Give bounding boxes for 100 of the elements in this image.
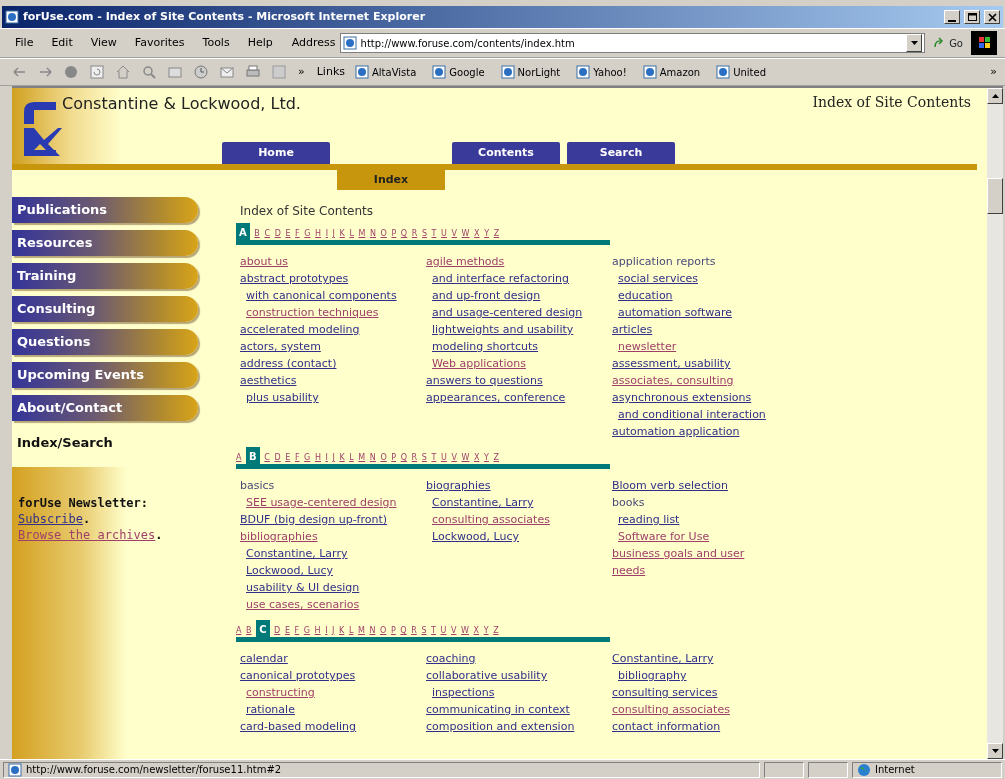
index-link[interactable]: BDUF (big design up-front) — [240, 513, 388, 526]
index-link[interactable]: appearances, conference — [426, 391, 566, 404]
letter-link[interactable]: J — [332, 452, 335, 464]
letter-link[interactable]: J — [332, 228, 335, 240]
letter-link[interactable]: M — [357, 625, 365, 637]
letter-link[interactable]: Z — [493, 228, 500, 240]
letter-link[interactable]: E — [284, 625, 290, 637]
menu-item[interactable]: View — [83, 34, 124, 52]
letter-link[interactable]: R — [411, 228, 418, 240]
letter-link[interactable]: C — [256, 620, 270, 637]
index-link[interactable]: address (contact) — [240, 357, 337, 370]
overflow-button[interactable]: » — [294, 63, 309, 81]
scroll-up-button[interactable] — [987, 88, 1003, 104]
index-link[interactable]: and up-front design — [432, 289, 541, 302]
dropdown-button[interactable] — [906, 34, 923, 52]
letter-link[interactable]: G — [303, 625, 310, 637]
letter-link[interactable]: C — [264, 228, 271, 240]
letter-link[interactable]: D — [274, 625, 281, 637]
letter-link[interactable]: O — [380, 228, 387, 240]
mail-icon[interactable] — [220, 65, 234, 79]
forward-icon[interactable] — [38, 65, 52, 79]
index-link[interactable]: communicating in context — [426, 703, 570, 716]
letter-link[interactable]: G — [304, 228, 311, 240]
index-link[interactable]: lightweights and usability — [432, 323, 574, 336]
menu-item[interactable]: Favorites — [127, 34, 192, 52]
letter-link[interactable]: L — [348, 625, 354, 637]
index-link[interactable]: bibliographies — [240, 530, 318, 543]
nav-tab[interactable]: Contents — [452, 142, 560, 164]
letter-link[interactable]: N — [369, 625, 376, 637]
letter-link[interactable]: L — [349, 452, 354, 464]
letter-link[interactable]: H — [315, 228, 322, 240]
letter-link[interactable]: D — [274, 452, 281, 464]
letter-link[interactable]: B — [246, 625, 252, 637]
letter-link[interactable]: A — [236, 452, 242, 464]
letter-link[interactable]: K — [339, 228, 345, 240]
letter-link[interactable]: N — [369, 452, 376, 464]
letter-link[interactable]: U — [440, 452, 447, 464]
nav-tab[interactable]: Home — [222, 142, 330, 164]
letter-link[interactable]: B — [246, 447, 260, 464]
index-link[interactable]: consulting associates — [612, 703, 730, 716]
letter-link[interactable]: K — [339, 625, 345, 637]
letter-link[interactable]: A — [236, 625, 242, 637]
menu-item[interactable]: Edit — [44, 34, 80, 52]
link-button[interactable]: AltaVista — [349, 64, 423, 80]
minimize-button[interactable] — [944, 10, 960, 24]
sub-tab[interactable]: Index — [337, 170, 445, 190]
index-link[interactable]: automation software — [618, 306, 733, 319]
link-button[interactable]: United — [710, 64, 772, 80]
index-link[interactable]: usability & UI design — [246, 581, 360, 594]
letter-link[interactable]: R — [411, 625, 417, 637]
letter-link[interactable]: X — [473, 625, 480, 637]
letter-link[interactable]: U — [441, 228, 447, 240]
index-link[interactable]: composition and extension — [426, 720, 575, 733]
letter-link[interactable]: P — [390, 625, 396, 637]
letter-link[interactable]: D — [274, 228, 281, 240]
letter-link[interactable]: Y — [484, 452, 489, 464]
sidebar-item[interactable]: Questions — [12, 329, 198, 355]
letter-link[interactable]: H — [314, 625, 321, 637]
stop-icon[interactable] — [64, 65, 78, 79]
letter-link[interactable]: M — [358, 228, 366, 240]
letter-link[interactable]: G — [304, 452, 311, 464]
letter-link[interactable]: V — [451, 228, 457, 240]
index-link[interactable]: consulting associates — [432, 513, 550, 526]
scroll-down-button[interactable] — [987, 743, 1003, 759]
index-link[interactable]: and conditional interaction — [618, 408, 766, 421]
letter-link[interactable]: M — [358, 452, 366, 464]
letter-link[interactable]: T — [431, 625, 436, 637]
text-link[interactable]: Subscribe — [18, 511, 84, 526]
text-link[interactable]: Browse the archives — [18, 527, 156, 542]
sidebar-item[interactable]: Resources — [12, 230, 198, 256]
search-icon[interactable] — [142, 65, 156, 79]
letter-link[interactable]: E — [285, 228, 291, 240]
index-link[interactable]: business goals and user — [612, 547, 745, 560]
sidebar-item[interactable]: Upcoming Events — [12, 362, 198, 388]
index-link[interactable]: accelerated modeling — [240, 323, 360, 336]
index-link[interactable]: Constantine, Larry — [612, 652, 714, 665]
index-link[interactable]: Bloom verb selection — [612, 479, 728, 492]
scroll-thumb[interactable] — [987, 178, 1003, 214]
letter-link[interactable]: I — [325, 228, 328, 240]
link-button[interactable]: Amazon — [636, 64, 707, 80]
letter-link[interactable]: K — [339, 452, 345, 464]
sidebar-item[interactable]: About/Contact — [12, 395, 198, 421]
back-icon[interactable] — [12, 65, 26, 79]
index-link[interactable]: use cases, scenarios — [246, 598, 360, 611]
menu-item[interactable]: Tools — [195, 34, 237, 52]
index-link[interactable]: reading list — [618, 513, 680, 526]
index-link[interactable]: Constantine, Larry — [432, 496, 534, 509]
index-link[interactable]: coaching — [426, 652, 476, 665]
index-link[interactable]: plus usability — [246, 391, 319, 404]
letter-link[interactable]: Z — [493, 625, 499, 637]
letter-link[interactable]: F — [294, 452, 300, 464]
letter-link[interactable]: I — [325, 625, 328, 637]
index-link[interactable]: aesthetics — [240, 374, 297, 387]
letter-link[interactable]: U — [440, 625, 447, 637]
scrollbar[interactable] — [987, 88, 1003, 759]
index-link[interactable]: construction techniques — [246, 306, 379, 319]
letter-link[interactable]: A — [236, 223, 250, 240]
letter-link[interactable]: X — [473, 452, 480, 464]
sidebar-item[interactable]: Consulting — [12, 296, 198, 322]
index-link[interactable]: Software for Use — [618, 530, 710, 543]
